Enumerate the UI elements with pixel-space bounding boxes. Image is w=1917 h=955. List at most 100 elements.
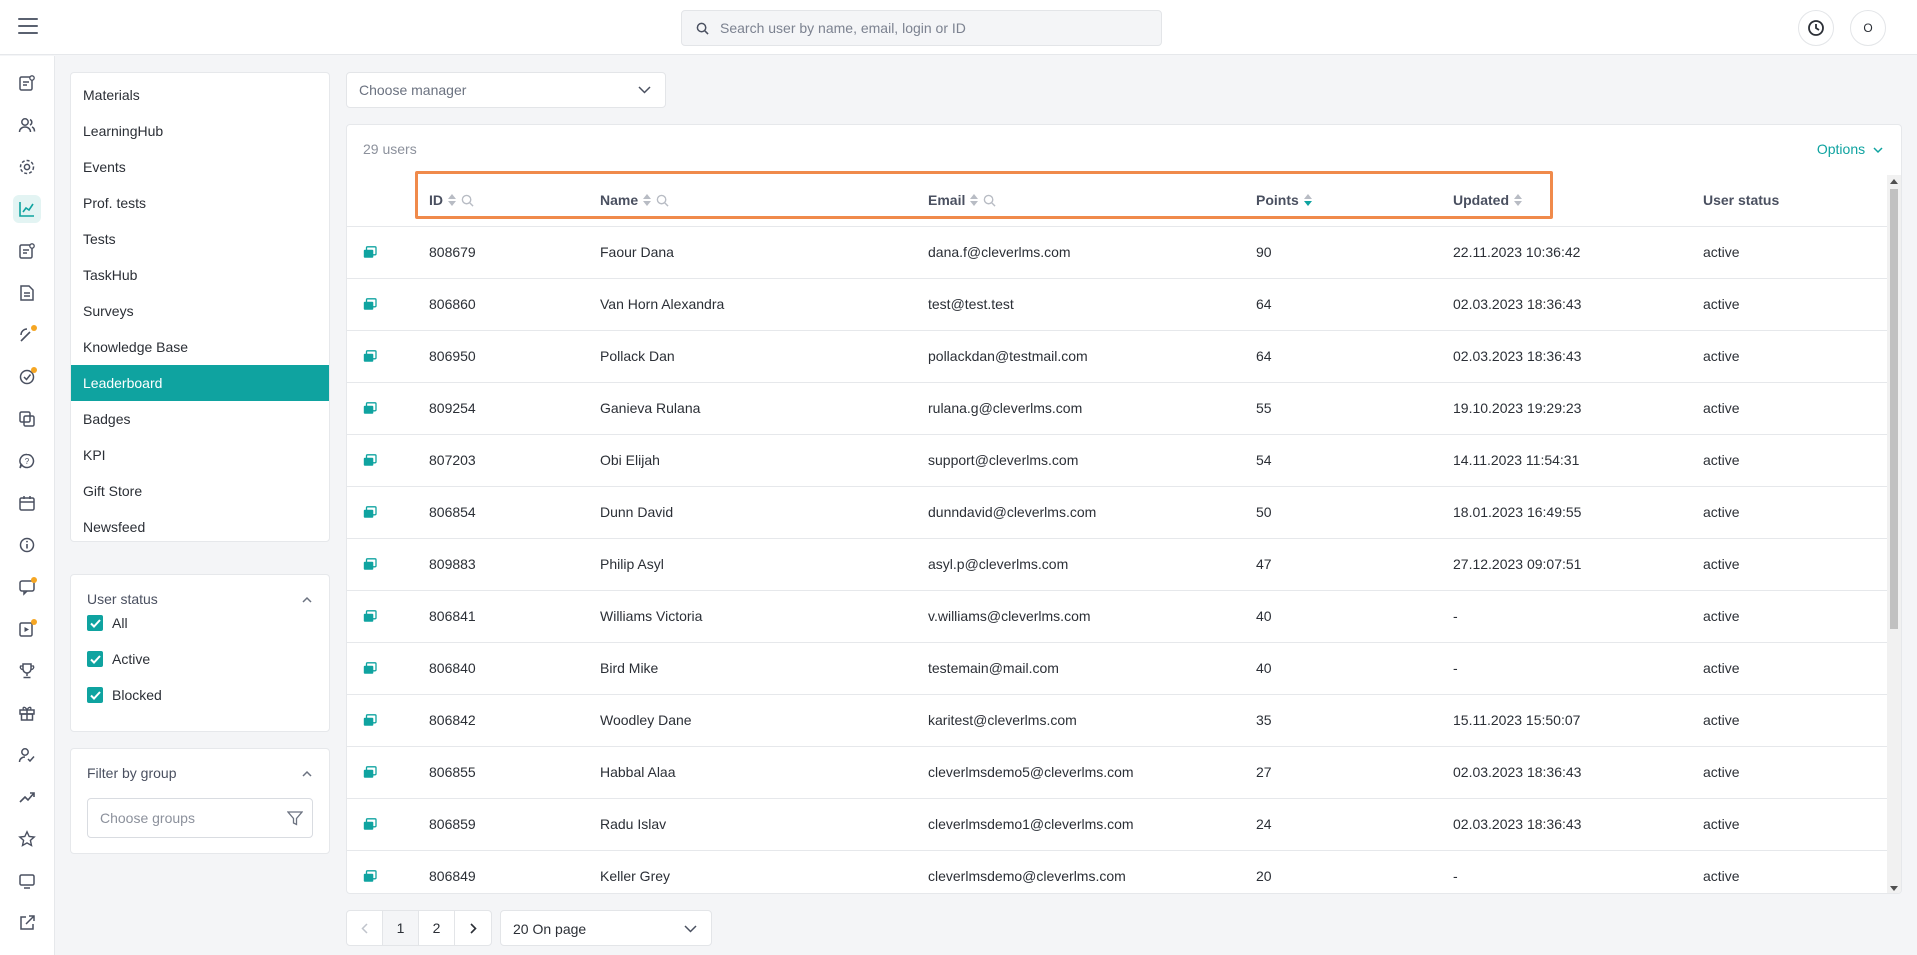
rail-gift-icon[interactable] [13, 699, 41, 727]
rail-calendar-icon[interactable] [13, 489, 41, 517]
open-profile-icon[interactable] [363, 402, 377, 415]
open-profile-icon[interactable] [363, 246, 377, 259]
user-status-filter-header[interactable]: User status [71, 575, 329, 607]
rail-settings-icon[interactable] [13, 153, 41, 181]
history-button[interactable] [1798, 10, 1834, 46]
status-option-blocked[interactable]: Blocked [71, 677, 329, 713]
scrollbar[interactable] [1887, 175, 1901, 893]
open-profile-icon[interactable] [363, 298, 377, 311]
search-input[interactable] [720, 11, 1150, 45]
column-search-icon[interactable] [656, 194, 669, 207]
open-profile-icon[interactable] [363, 506, 377, 519]
open-profile-icon[interactable] [363, 610, 377, 623]
open-profile-icon[interactable] [363, 714, 377, 727]
rail-help-icon[interactable]: ? [13, 447, 41, 475]
table-row[interactable]: 806841 Williams Victoria v.williams@clever… [347, 591, 1887, 643]
open-profile-icon[interactable] [363, 350, 377, 363]
status-option-active[interactable]: Active [71, 641, 329, 677]
menu-item-kpi[interactable]: KPI [71, 437, 329, 473]
chevron-up-icon[interactable] [301, 768, 313, 780]
column-header-name[interactable]: Name [600, 192, 669, 208]
open-profile-icon[interactable] [363, 558, 377, 571]
menu-item-materials[interactable]: Materials [71, 77, 329, 113]
filter-icon[interactable] [287, 811, 303, 826]
column-header-email[interactable]: Email [928, 192, 996, 208]
menu-item-taskhub[interactable]: TaskHub [71, 257, 329, 293]
page-2-button[interactable]: 2 [419, 911, 455, 945]
rail-trophy-icon[interactable] [13, 657, 41, 685]
table-row[interactable]: 806840 Bird Mike testemain@mail.com 40 - acti… [347, 643, 1887, 695]
menu-item-surveys[interactable]: Surveys [71, 293, 329, 329]
sort-icon[interactable] [448, 194, 456, 206]
chevron-up-icon[interactable] [301, 594, 313, 606]
sort-desc-icon[interactable] [1303, 194, 1312, 206]
open-profile-icon[interactable] [363, 662, 377, 675]
rail-chat-icon[interactable] [13, 573, 41, 601]
rail-users-icon[interactable] [13, 111, 41, 139]
per-page-select[interactable]: 20 On page [500, 910, 712, 946]
table-row[interactable]: 806842 Woodley Dane karitest@cleverlms.com… [347, 695, 1887, 747]
rail-analytics-icon[interactable] [13, 195, 41, 223]
table-row[interactable]: 807203 Obi Elijah support@cleverlms.com 54 1… [347, 435, 1887, 487]
column-header-points[interactable]: Points [1256, 192, 1312, 208]
column-header-updated[interactable]: Updated [1453, 192, 1522, 208]
table-row[interactable]: 806860 Van Horn Alexandra test@test.test 64… [347, 279, 1887, 331]
table-row[interactable]: 808679 Faour Dana dana.f@cleverlms.com 90 22… [347, 227, 1887, 279]
open-profile-icon[interactable] [363, 870, 377, 883]
column-search-icon[interactable] [461, 194, 474, 207]
rail-video-icon[interactable] [13, 615, 41, 643]
rail-check-icon[interactable] [13, 363, 41, 391]
search-box[interactable] [681, 10, 1162, 46]
rail-trend-icon[interactable] [13, 783, 41, 811]
table-row[interactable]: 806854 Dunn David dunndavid@cleverlms.com 5… [347, 487, 1887, 539]
rail-external-link-icon[interactable] [13, 909, 41, 937]
status-option-all[interactable]: All [71, 605, 329, 641]
column-search-icon[interactable] [983, 194, 996, 207]
rail-tasks-icon[interactable] [13, 237, 41, 265]
checkbox-checked-icon[interactable] [87, 687, 103, 703]
table-row[interactable]: 809254 Ganieva Rulana rulana.g@cleverlms.c… [347, 383, 1887, 435]
rail-courses-icon[interactable] [13, 69, 41, 97]
checkbox-checked-icon[interactable] [87, 651, 103, 667]
table-row[interactable]: 806855 Habbal Alaa cleverlmsdemo5@cleverlm… [347, 747, 1887, 799]
scroll-down-arrow-icon[interactable] [1890, 886, 1898, 891]
rail-document-icon[interactable] [13, 279, 41, 307]
checkbox-checked-icon[interactable] [87, 615, 103, 631]
menu-item-prof-tests[interactable]: Prof. tests [71, 185, 329, 221]
rail-monitor-icon[interactable] [13, 867, 41, 895]
table-row[interactable]: 806849 Keller Grey cleverlmsdemo@cleverlms… [347, 851, 1887, 893]
sort-icon[interactable] [643, 194, 652, 206]
sort-icon[interactable] [1514, 194, 1522, 206]
choose-groups-input[interactable]: Choose groups [87, 798, 313, 838]
scroll-up-arrow-icon[interactable] [1890, 179, 1898, 184]
rail-info-icon[interactable] [13, 531, 41, 559]
options-button[interactable]: Options [1817, 141, 1883, 157]
sort-icon[interactable] [970, 194, 979, 206]
scrollbar-thumb[interactable] [1890, 189, 1898, 629]
avatar[interactable]: O [1850, 10, 1886, 46]
prev-page-button[interactable] [347, 911, 383, 945]
menu-icon[interactable] [18, 18, 38, 36]
menu-item-newsfeed[interactable]: Newsfeed [71, 509, 329, 545]
menu-item-learninghub[interactable]: LearningHub [71, 113, 329, 149]
rail-star-icon[interactable] [13, 825, 41, 853]
menu-item-events[interactable]: Events [71, 149, 329, 185]
open-profile-icon[interactable] [363, 766, 377, 779]
menu-item-leaderboard[interactable]: Leaderboard [71, 365, 329, 401]
page-1-button[interactable]: 1 [383, 911, 419, 945]
rail-wand-icon[interactable] [13, 321, 41, 349]
table-row[interactable]: 806950 Pollack Dan pollackdan@testmail.com… [347, 331, 1887, 383]
menu-item-gift-store[interactable]: Gift Store [71, 473, 329, 509]
rail-copy-icon[interactable] [13, 405, 41, 433]
column-header-id[interactable]: ID [429, 192, 474, 208]
table-row[interactable]: 806859 Radu Islav cleverlmsdemo1@cleverlms… [347, 799, 1887, 851]
choose-manager-select[interactable]: Choose manager [346, 72, 666, 108]
table-row[interactable]: 809883 Philip Asyl asyl.p@cleverlms.com 47 2… [347, 539, 1887, 591]
menu-item-badges[interactable]: Badges [71, 401, 329, 437]
next-page-button[interactable] [455, 911, 491, 945]
open-profile-icon[interactable] [363, 818, 377, 831]
open-profile-icon[interactable] [363, 454, 377, 467]
menu-item-tests[interactable]: Tests [71, 221, 329, 257]
menu-item-knowledge-base[interactable]: Knowledge Base [71, 329, 329, 365]
group-filter-header[interactable]: Filter by group [71, 749, 329, 781]
